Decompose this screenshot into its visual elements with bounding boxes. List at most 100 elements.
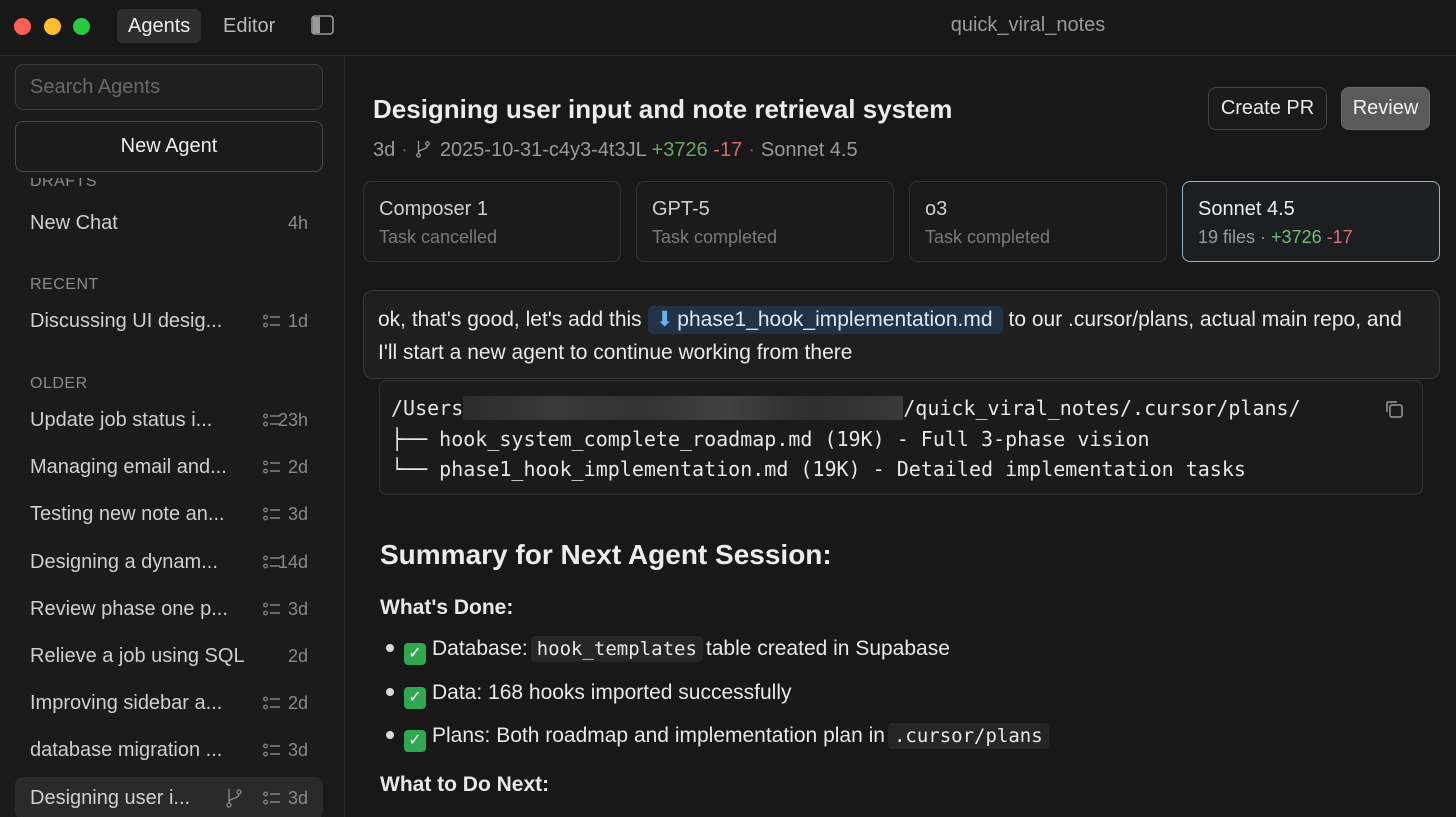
code-path-start: /Users — [391, 396, 464, 420]
sidebar-item-agent[interactable]: database migration ... 3d — [15, 729, 323, 771]
close-window-button[interactable] — [14, 18, 31, 35]
model-card-composer-1[interactable]: Composer 1 Task cancelled — [363, 181, 621, 262]
files-count: 19 files — [1198, 227, 1256, 247]
sidebar-item-time: 3d — [287, 599, 308, 619]
additions-count: +3726 — [1271, 227, 1322, 247]
user-message: ok, that's good, let's add this ⬇ phase1_h… — [363, 290, 1440, 379]
check-icon: ✓ — [404, 643, 426, 665]
review-button[interactable]: Review — [1341, 87, 1430, 130]
file-attachment-name: phase1_hook_implementation.md — [677, 308, 993, 331]
next-heading: What to Do Next: — [380, 773, 550, 796]
sidebar-item-time: 2d — [287, 457, 308, 477]
sidebar-item-label: Designing a dynam... — [30, 551, 218, 573]
sidebar-item-time: 1d — [287, 311, 308, 331]
sidebar-item-label: Relieve a job using SQL — [30, 645, 245, 667]
sidebar-item-agent[interactable]: Update job status i... 23h — [15, 399, 323, 441]
model-card-gpt-5[interactable]: GPT-5 Task completed — [636, 181, 894, 262]
redacted-path — [463, 396, 904, 420]
sidebar-item-label: Update job status i... — [30, 409, 213, 431]
model-card-o3[interactable]: o3 Task completed — [909, 181, 1167, 262]
sidebar-item-agent[interactable]: Relieve a job using SQL 2d — [15, 635, 323, 677]
sidebar-item-time: 23h — [277, 410, 308, 430]
title-bar: Agents Editor quick_viral_notes — [0, 0, 1456, 56]
model-card-status: 19 files · +3726 -17 — [1198, 227, 1353, 247]
git-branch-icon — [226, 789, 242, 808]
summary-heading: Summary for Next Agent Session: — [380, 539, 832, 570]
sidebar-item-label: Discussing UI desig... — [30, 310, 223, 332]
model-card-name: Composer 1 — [379, 198, 488, 220]
sidebar-item-time: 3d — [287, 788, 308, 808]
checklist-icon — [263, 743, 280, 757]
checklist-icon — [263, 314, 280, 328]
sidebar-item-agent-selected[interactable]: Designing user i... 3d — [15, 777, 323, 817]
sidebar-item-agent[interactable]: Improving sidebar a... 2d — [15, 682, 323, 724]
sidebar-item-agent[interactable]: Testing new note an... 3d — [15, 493, 323, 535]
sidebar-item-agent[interactable]: Designing a dynam... 14d — [15, 541, 323, 583]
new-agent-button[interactable]: New Agent — [15, 121, 323, 172]
checklist-icon — [263, 696, 280, 710]
code-line: /Users/quick_viral_notes/.cursor/plans/ — [391, 393, 1411, 424]
section-label-recent: RECENT — [30, 276, 99, 293]
page-title: Designing user input and note retrieval … — [373, 94, 953, 124]
section-label-older: OLDER — [30, 375, 88, 392]
model-card-status: Task cancelled — [379, 227, 498, 247]
section-label-drafts: DRAFTS — [30, 178, 97, 190]
sidebar-item-time: 2d — [287, 646, 308, 666]
tab-agents[interactable]: Agents — [117, 9, 202, 43]
sidebar-item-label: New Chat — [30, 212, 118, 234]
checklist-icon — [263, 460, 280, 474]
sidebar-item-label: Managing email and... — [30, 456, 227, 478]
done-heading: What's Done: — [380, 596, 514, 619]
model-card-sonnet-4-5[interactable]: Sonnet 4.5 19 files · +3726 -17 — [1182, 181, 1440, 262]
checklist-icon — [263, 602, 280, 616]
model-card-name: GPT-5 — [652, 198, 710, 220]
sidebar-item-new-chat[interactable]: New Chat 4h — [15, 202, 323, 244]
model-card-status: Task completed — [652, 227, 778, 247]
task-meta: 3d · 2025-10-31-c4y3-4t3JL +3726 -17 · Sonne… — [373, 139, 858, 161]
model-card-name: o3 — [925, 198, 948, 220]
check-icon: ✓ — [404, 730, 426, 752]
copy-icon[interactable] — [1384, 399, 1404, 419]
sidebar-item-agent[interactable]: Managing email and... 2d — [15, 446, 323, 488]
sidebar-item-time: 4h — [287, 213, 308, 233]
list-item: ✓ Data: 168 hooks imported successfully — [386, 681, 792, 709]
sidebar-item-label: Improving sidebar a... — [30, 692, 223, 714]
minimize-window-button[interactable] — [44, 18, 61, 35]
list-item: ✓ Plans: Both roadmap and implementation … — [386, 723, 1052, 752]
inline-code: hook_templates — [530, 636, 703, 662]
inline-code: .cursor/plans — [887, 723, 1049, 749]
sidebar-item-agent[interactable]: Review phase one p... 3d — [15, 588, 323, 630]
sidebar-item-label: Designing user i... — [30, 787, 191, 809]
create-pr-button[interactable]: Create PR — [1208, 87, 1327, 130]
main-panel: Designing user input and note retrieval … — [346, 57, 1456, 817]
file-attachment-chip[interactable]: ⬇ phase1_hook_implementation.md — [647, 306, 1003, 334]
download-arrow-icon: ⬇ — [655, 308, 674, 331]
additions-count: +3726 — [651, 139, 708, 161]
sidebar-item-time: 3d — [287, 740, 308, 760]
user-message-text: ok, that's good, let's add this — [378, 308, 642, 331]
deletions-count: -17 — [713, 139, 743, 161]
code-path-end: /quick_viral_notes/.cursor/plans/ — [903, 396, 1301, 420]
sidebar-toggle-icon[interactable] — [311, 15, 334, 35]
code-block: /Users/quick_viral_notes/.cursor/plans/ … — [379, 380, 1423, 495]
sidebar-item-agent[interactable]: Discussing UI desig... 1d — [15, 300, 323, 342]
list-item: ✓ Database: hook_templates table created in… — [386, 636, 950, 665]
sidebar-item-time: 3d — [287, 504, 308, 524]
checklist-icon — [263, 507, 280, 521]
sidebar: New Agent DRAFTS New Chat 4h RECENT Disc… — [0, 57, 345, 817]
sidebar-item-label: database migration ... — [30, 739, 223, 761]
model-card-name: Sonnet 4.5 — [1198, 198, 1295, 220]
search-input[interactable] — [16, 65, 322, 109]
tab-editor[interactable]: Editor — [212, 9, 286, 43]
code-line: ├── hook_system_complete_roadmap.md (19K… — [391, 426, 1150, 451]
window-title: quick_viral_notes — [950, 14, 1106, 36]
deletions-count: -17 — [1326, 227, 1353, 247]
sidebar-item-label: Review phase one p... — [30, 598, 228, 620]
maximize-window-button[interactable] — [73, 18, 90, 35]
model-name: Sonnet 4.5 — [760, 139, 858, 161]
git-branch-icon — [415, 140, 430, 158]
checklist-icon — [263, 791, 280, 805]
check-icon: ✓ — [404, 687, 426, 709]
search-box[interactable] — [15, 64, 323, 110]
branch-name[interactable]: 2025-10-31-c4y3-4t3JL — [440, 139, 646, 161]
